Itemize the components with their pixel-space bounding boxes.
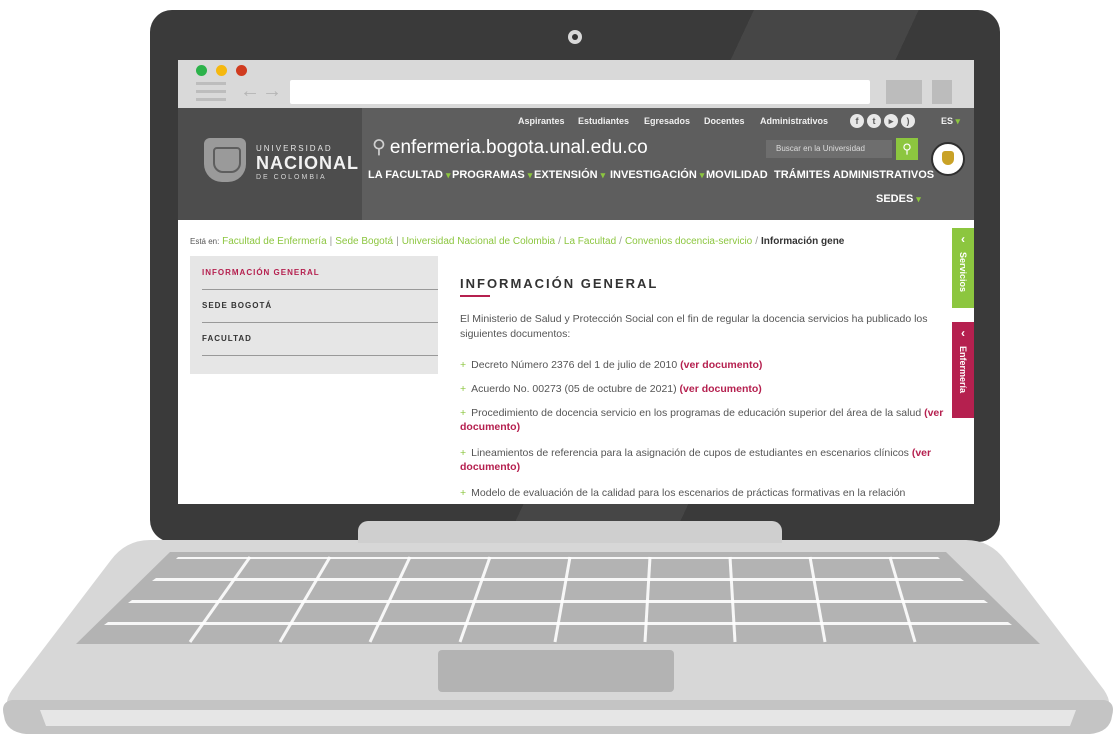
toolbar-button-small[interactable]	[932, 80, 952, 104]
toplink-administrativos[interactable]: Administrativos	[760, 116, 828, 126]
document-list-item: + Modelo de evaluación de la calidad para…	[460, 487, 906, 499]
logo-line1: UNIVERSIDAD	[256, 144, 333, 153]
breadcrumb-item[interactable]: La Facultad	[564, 236, 616, 247]
twitter-icon[interactable]: t	[867, 114, 881, 128]
language-selector[interactable]: ES ▾	[941, 116, 960, 127]
arrow-right-icon[interactable]: →	[262, 80, 282, 103]
search-icon[interactable]: ⚲	[896, 138, 918, 160]
logo-line3: DE COLOMBIA	[256, 174, 327, 181]
nav-sedes[interactable]: SEDES ▾	[876, 193, 921, 205]
tab-servicios-label: Servicios	[958, 252, 968, 293]
toplink-estudiantes[interactable]: Estudiantes	[578, 116, 629, 126]
facebook-icon[interactable]: f	[850, 114, 864, 128]
arrow-left-icon[interactable]: ←	[240, 80, 260, 103]
sidebar-item-facultad[interactable]: FACULTAD	[202, 334, 438, 343]
hamburger-icon[interactable]	[196, 82, 226, 106]
nav-la-facultad[interactable]: LA FACULTAD ▾	[368, 169, 450, 181]
tab-servicios[interactable]: ‹ Servicios	[952, 228, 974, 308]
nav-extension[interactable]: EXTENSIÓN ▾	[534, 169, 605, 181]
breadcrumb-item[interactable]: Facultad de Enfermería	[222, 236, 327, 247]
intro-paragraph: El Ministerio de Salud y Protección Soci…	[460, 313, 928, 340]
logo-line2: NACIONAL	[256, 153, 359, 173]
ver-documento-link[interactable]: (ver documento)	[680, 383, 762, 395]
breadcrumb-item[interactable]: Universidad Nacional de Colombia	[402, 236, 555, 247]
document-list-item: + Decreto Número 2376 del 1 de julio de 2…	[460, 359, 763, 371]
ver-documento-link[interactable]: (ver documento)	[680, 359, 762, 371]
title-underline	[460, 295, 490, 297]
breadcrumb-lead: Está en:	[190, 237, 220, 246]
nav-investigacion[interactable]: INVESTIGACIÓN ▾	[610, 169, 704, 181]
site-url[interactable]: ⚲ enfermeria.bogota.unal.edu.co	[372, 136, 648, 159]
toolbar-button[interactable]	[886, 80, 922, 104]
chevron-left-icon: ‹	[961, 232, 965, 246]
address-bar[interactable]	[290, 80, 870, 104]
page-title: INFORMACIÓN GENERAL	[460, 276, 659, 291]
sidebar-divider	[202, 355, 438, 356]
toplink-docentes[interactable]: Docentes	[704, 116, 745, 126]
screen: ← → UNIVERSIDAD NACIONAL DE COLOMBIA Asp…	[178, 60, 974, 504]
window-close-button[interactable]	[236, 65, 247, 76]
breadcrumb: Está en: Facultad de Enfermería | Sede Bog…	[190, 236, 845, 247]
laptop-hinge	[358, 521, 782, 543]
rss-icon[interactable]: )	[901, 114, 915, 128]
document-list-item: + Lineamientos de referencia para la asig…	[460, 447, 932, 473]
tab-enfermeria[interactable]: ‹ Enfermería	[952, 322, 974, 418]
window-minimize-button[interactable]	[216, 65, 227, 76]
laptop-base	[3, 540, 1113, 734]
document-list-item: + Acuerdo No. 00273 (05 de octubre de 202…	[460, 383, 762, 395]
sidebar-divider	[202, 289, 438, 290]
university-crest-icon	[204, 138, 246, 182]
camera-icon	[568, 30, 582, 44]
colombia-seal-icon	[931, 142, 965, 176]
nav-tramites[interactable]: TRÁMITES ADMINISTRATIVOS	[774, 169, 934, 181]
document-list-item: + Procedimiento de docencia servicio en l…	[460, 407, 944, 433]
toplink-aspirantes[interactable]: Aspirantes	[518, 116, 565, 126]
window-maximize-button[interactable]	[196, 65, 207, 76]
search-input[interactable]: Buscar en la Universidad	[766, 140, 892, 158]
breadcrumb-current: Información gene	[761, 236, 845, 247]
nav-programas[interactable]: PROGRAMAS ▾	[452, 169, 532, 181]
breadcrumb-item[interactable]: Sede Bogotá	[335, 236, 393, 247]
sidebar-divider	[202, 322, 438, 323]
nav-movilidad[interactable]: MOVILIDAD	[706, 169, 768, 181]
tab-enfermeria-label: Enfermería	[958, 346, 968, 394]
youtube-icon[interactable]: ▸	[884, 114, 898, 128]
breadcrumb-item[interactable]: Convenios docencia-servicio	[625, 236, 752, 247]
sidebar-item-informacion-general[interactable]: INFORMACIÓN GENERAL	[202, 268, 438, 277]
location-pin-icon: ⚲	[372, 137, 386, 158]
toplink-egresados[interactable]: Egresados	[644, 116, 690, 126]
sidebar-item-sede-bogota[interactable]: SEDE BOGOTÁ	[202, 301, 438, 310]
chevron-left-icon: ‹	[961, 326, 965, 340]
